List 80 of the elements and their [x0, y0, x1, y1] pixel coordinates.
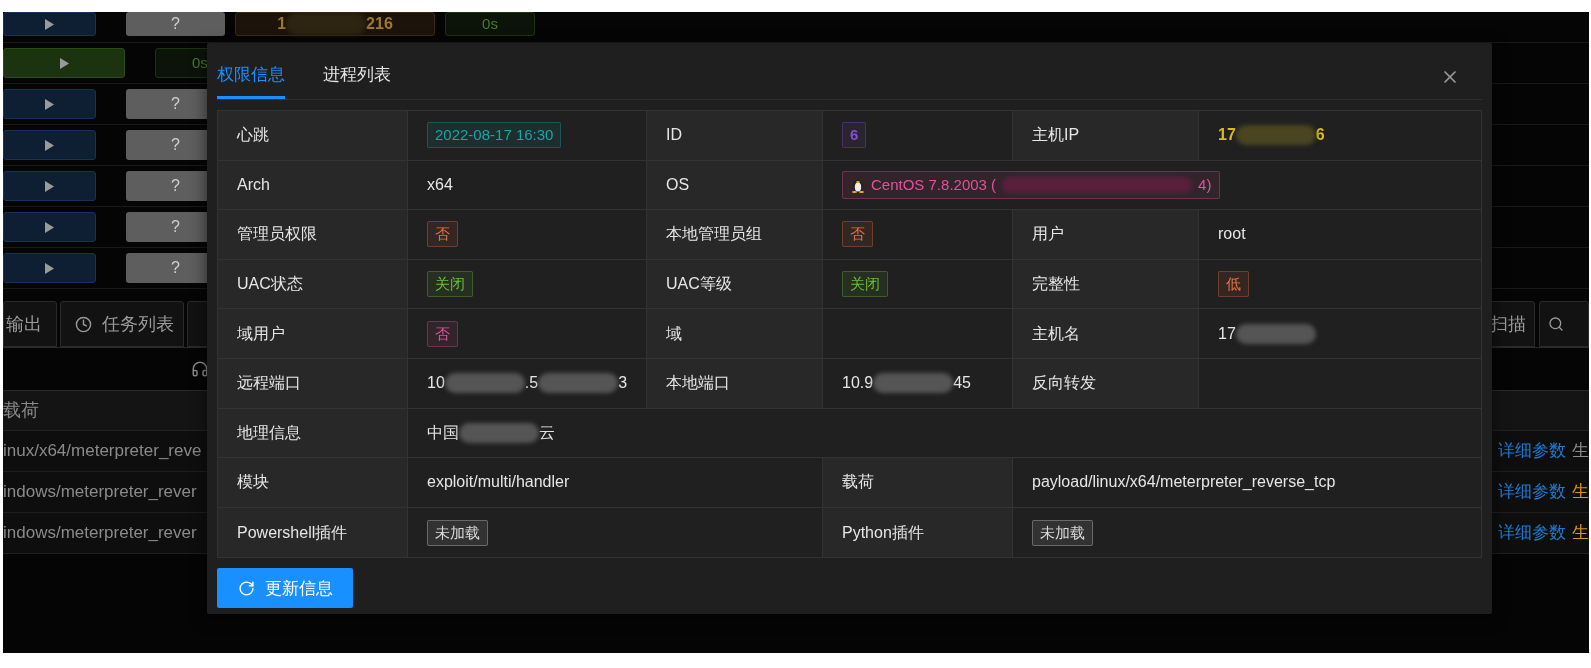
- value-text: 中国: [427, 422, 459, 443]
- search-icon: [1548, 316, 1564, 332]
- value-text: 17: [1218, 323, 1236, 344]
- status-tag: 低: [1218, 271, 1249, 298]
- value-text: 10.9: [842, 373, 874, 394]
- value-text: 3: [618, 373, 628, 394]
- play-icon: [45, 262, 54, 274]
- timer-tag: 0s: [445, 12, 535, 36]
- status-tag: 未加载: [1032, 519, 1093, 546]
- field-label: 心跳: [218, 111, 408, 160]
- status-tag: 未加载: [427, 519, 488, 546]
- dialog-tab[interactable]: 进程列表: [323, 61, 391, 99]
- address-start: 1: [277, 14, 287, 34]
- field-label: 反向转发: [1013, 358, 1199, 408]
- play-icon: [59, 57, 69, 69]
- field-label: 载荷: [823, 458, 1013, 507]
- field-label: OS: [647, 160, 823, 210]
- os-name: 4): [1198, 174, 1212, 195]
- table-cell-text: inux/x64/meterpreter_reve: [3, 440, 202, 463]
- field-label: UAC等级: [647, 259, 823, 309]
- table-cell-text: indows/meterpreter_rever: [3, 481, 197, 504]
- field-label: 模块: [218, 458, 408, 507]
- details-link[interactable]: 详细参数: [1498, 438, 1566, 464]
- status-tag: 2022-08-17 16:30: [427, 122, 562, 149]
- field-label: 地理信息: [218, 408, 408, 458]
- details-link[interactable]: 详细参数: [1498, 520, 1566, 546]
- status-tag: 关闭: [427, 271, 473, 298]
- address-end: 216: [366, 14, 393, 34]
- field-label: 用户: [1013, 210, 1199, 259]
- status-tag: 否: [427, 320, 458, 347]
- value-text: x64: [427, 174, 453, 195]
- value-text: payload/linux/x64/meterpreter_reverse_tcp: [1032, 472, 1336, 493]
- field-label: 本地管理员组: [647, 210, 823, 259]
- value-text: 45: [953, 373, 971, 394]
- field-label: 管理员权限: [218, 210, 408, 259]
- field-label: 主机IP: [1013, 111, 1199, 160]
- field-label: Arch: [218, 160, 408, 210]
- play-icon: [45, 221, 54, 233]
- value-text: 云: [539, 422, 555, 443]
- value-text: 17: [1218, 125, 1236, 146]
- value-text: .5: [524, 373, 539, 394]
- table-cell-text: indows/meterpreter_rever: [3, 522, 197, 545]
- action-text: 生: [1572, 440, 1589, 463]
- play-icon: [45, 139, 54, 151]
- search-tab[interactable]: [1539, 301, 1589, 347]
- field-label: 域: [647, 309, 823, 358]
- action-text: 生: [1572, 522, 1589, 545]
- os-name: CentOS 7.8.2003 (: [871, 174, 997, 195]
- status-tag: 否: [842, 221, 873, 248]
- column-header: 载荷: [3, 399, 39, 422]
- field-label: UAC状态: [218, 259, 408, 309]
- field-label: ID: [647, 111, 823, 160]
- value-text: root: [1218, 224, 1246, 245]
- field-label: 完整性: [1013, 259, 1199, 309]
- action-text: 生: [1572, 481, 1589, 504]
- field-label: Python插件: [823, 507, 1013, 558]
- refresh-icon: [237, 579, 255, 597]
- dialog-tab[interactable]: 权限信息: [217, 61, 285, 99]
- status-tag: 关闭: [842, 271, 888, 298]
- status-button[interactable]: ?: [126, 12, 225, 36]
- field-label: 远程端口: [218, 358, 408, 408]
- field-label: 域用户: [218, 309, 408, 358]
- field-label: 本地端口: [647, 358, 823, 408]
- field-label: Powershell插件: [218, 507, 408, 558]
- field-label: 主机名: [1013, 309, 1199, 358]
- status-tag: 6: [842, 122, 867, 149]
- bottom-tab[interactable]: 任务列表: [60, 301, 184, 347]
- play-icon: [45, 98, 54, 110]
- play-icon: [45, 18, 54, 30]
- details-link[interactable]: 详细参数: [1498, 479, 1566, 505]
- value-text: 10: [427, 373, 445, 394]
- headphones-icon: [191, 360, 209, 378]
- refresh-button[interactable]: 更新信息: [217, 568, 353, 609]
- bottom-tab[interactable]: 输出: [3, 301, 57, 347]
- play-icon: [45, 180, 54, 192]
- value-text: 6: [1315, 125, 1325, 146]
- play-button[interactable]: [3, 12, 96, 36]
- status-tag: 否: [427, 221, 458, 248]
- clock-icon: [75, 315, 92, 333]
- value-text: exploit/multi/handler: [427, 472, 570, 493]
